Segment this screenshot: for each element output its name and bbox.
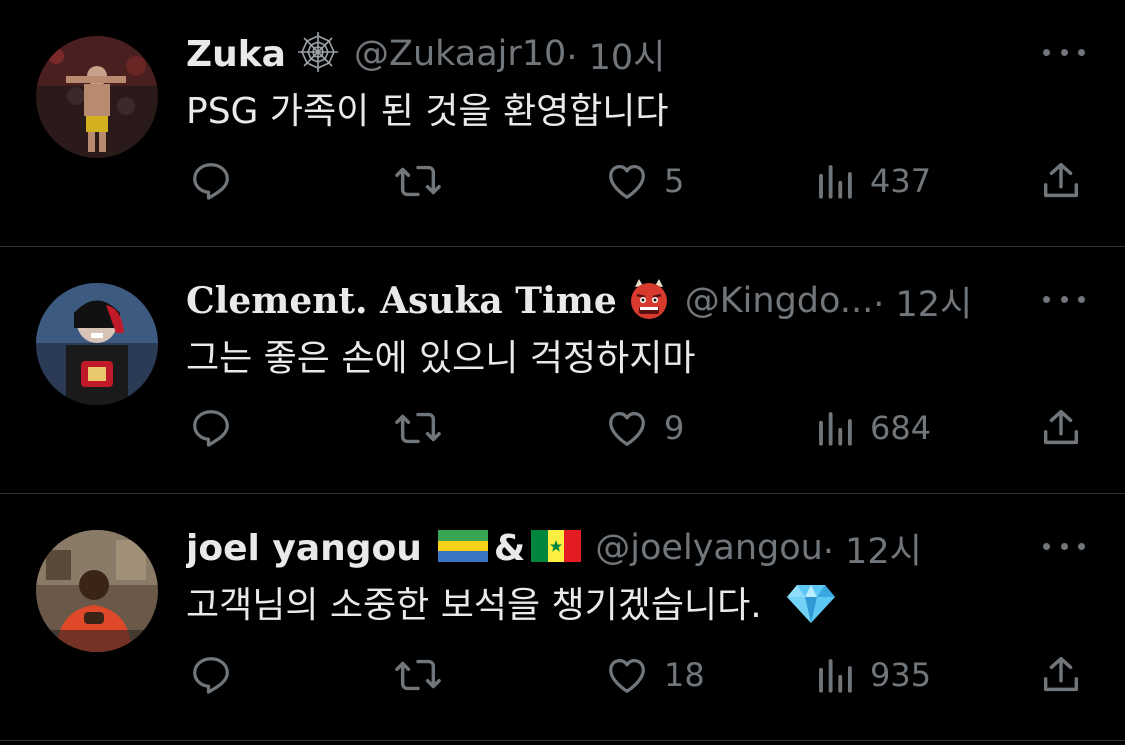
- name-ampersand: &: [493, 527, 526, 569]
- avatar[interactable]: [36, 283, 158, 405]
- heart-icon: [609, 164, 645, 199]
- tweet-text-row: 고객님의 소중한 보석을 챙기겠습니다.: [186, 576, 837, 634]
- share-button[interactable]: [1038, 155, 1084, 207]
- like-count: 18: [664, 656, 705, 694]
- gabon-flag-icon: [437, 530, 488, 566]
- more-options-icon[interactable]: [1043, 40, 1085, 64]
- handle[interactable]: @joelyangou: [595, 528, 823, 568]
- view-count: 437: [870, 162, 932, 200]
- tweet-text: PSG 가족이 된 것을 환영합니다: [186, 91, 669, 132]
- heart-icon: [609, 658, 645, 693]
- retweet-button[interactable]: [392, 649, 444, 701]
- reply-button[interactable]: [188, 155, 234, 207]
- reply-button[interactable]: [188, 649, 234, 701]
- tweet[interactable]: Clement. Asuka Time @Kingdo... · 12시 그는 …: [0, 247, 1125, 494]
- like-button[interactable]: 18: [604, 649, 705, 701]
- heart-icon: [609, 411, 645, 446]
- gem-icon: [785, 581, 837, 634]
- retweet-icon: [395, 659, 441, 691]
- retweet-icon: [395, 412, 441, 444]
- handle[interactable]: @Kingdo...: [685, 281, 873, 321]
- share-icon: [1043, 656, 1079, 692]
- timestamp[interactable]: · 12시: [873, 277, 972, 325]
- senegal-flag-icon: [531, 530, 582, 566]
- avatar[interactable]: [36, 530, 158, 652]
- reply-icon: [193, 410, 229, 447]
- action-bar: 18 935: [0, 649, 1125, 701]
- share-icon: [1043, 162, 1079, 198]
- reply-icon: [193, 657, 229, 694]
- share-button[interactable]: [1038, 402, 1084, 454]
- display-name[interactable]: joel yangou: [186, 528, 422, 569]
- handle[interactable]: @Zukaajr10: [354, 34, 566, 74]
- like-count: 9: [664, 409, 685, 447]
- timestamp[interactable]: · 10시: [566, 30, 665, 78]
- reply-icon: [193, 163, 229, 200]
- view-count: 935: [870, 656, 932, 694]
- tweet[interactable]: joel yangou & @joelyangou · 12시 고객님의 소중한…: [0, 494, 1125, 741]
- views-button[interactable]: 684: [814, 402, 931, 454]
- spider-web-icon: [296, 30, 340, 78]
- reply-button[interactable]: [188, 402, 234, 454]
- action-bar: 5 437: [0, 155, 1125, 207]
- views-icon: [819, 165, 852, 199]
- retweet-button[interactable]: [392, 155, 444, 207]
- view-count: 684: [870, 409, 932, 447]
- share-button[interactable]: [1038, 649, 1084, 701]
- retweet-icon: [395, 165, 441, 197]
- tweet-header: joel yangou & @joelyangou · 12시: [186, 524, 1015, 572]
- more-options-icon[interactable]: [1043, 534, 1085, 558]
- tweet-header: Zuka @Zukaajr10 · 10시: [186, 30, 1015, 78]
- more-options-icon[interactable]: [1043, 287, 1085, 311]
- views-button[interactable]: 437: [814, 155, 931, 207]
- display-name[interactable]: Clement. Asuka Time: [186, 280, 617, 322]
- timestamp[interactable]: · 12시: [823, 524, 922, 572]
- views-icon: [819, 412, 852, 446]
- avatar[interactable]: [36, 36, 158, 158]
- tweet-text: 그는 좋은 손에 있으니 걱정하지마: [186, 338, 696, 379]
- tweet-header: Clement. Asuka Time @Kingdo... · 12시: [186, 277, 1015, 325]
- views-button[interactable]: 935: [814, 649, 931, 701]
- views-icon: [819, 659, 852, 693]
- tweet[interactable]: Zuka @Zukaajr10 · 10시 PSG 가족이 된 것을 환영합니다: [0, 0, 1125, 247]
- ogre-emoji-icon: [627, 277, 671, 325]
- action-bar: 9 684: [0, 402, 1125, 454]
- like-button[interactable]: 5: [604, 155, 684, 207]
- like-count: 5: [664, 162, 685, 200]
- share-icon: [1043, 409, 1079, 445]
- like-button[interactable]: 9: [604, 402, 684, 454]
- tweet-text: 고객님의 소중한 보석을 챙기겠습니다.: [186, 585, 762, 626]
- retweet-button[interactable]: [392, 402, 444, 454]
- display-name[interactable]: Zuka: [186, 34, 286, 75]
